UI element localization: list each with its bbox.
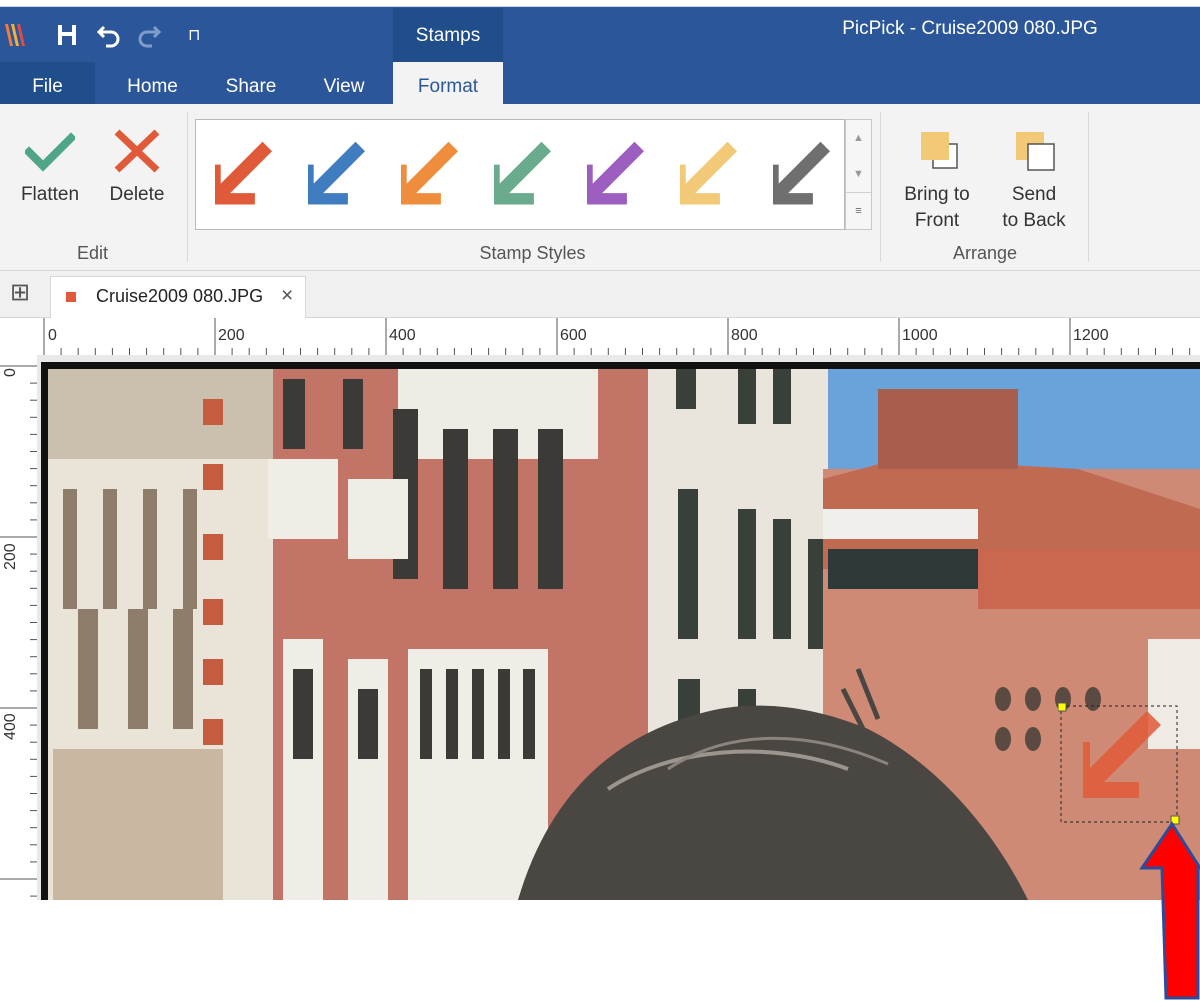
- delete-x-icon: [114, 129, 160, 173]
- stamp-style-arrow-icon[interactable]: [773, 141, 830, 205]
- tab-home[interactable]: Home: [110, 62, 195, 104]
- group-label-stamp-styles: Stamp Styles: [479, 243, 586, 263]
- annotation-red-arrow: [1139, 821, 1200, 1000]
- placed-arrow-stamp: [1083, 711, 1161, 798]
- flatten-label: Flatten: [20, 184, 80, 205]
- redo-icon[interactable]: [136, 22, 162, 48]
- annotation-arrow-shape: [1139, 821, 1200, 1000]
- gallery-scroll-down-icon[interactable]: ▼: [846, 156, 871, 192]
- hruler-label: 1000: [902, 327, 938, 344]
- ribbon-divider: [880, 112, 881, 262]
- bring-to-front-line1: Bring to: [904, 184, 970, 205]
- hruler-label: 200: [218, 327, 245, 344]
- tab-view[interactable]: View: [308, 62, 380, 104]
- group-label-arrange: Arrange: [952, 243, 1018, 263]
- venice-buildings-photo: [48, 369, 1200, 900]
- stamp-style-arrow-icon[interactable]: [494, 141, 551, 205]
- undo-icon[interactable]: [96, 22, 122, 48]
- stamp-style-arrow-icon[interactable]: [401, 141, 458, 205]
- grid-view-icon[interactable]: ⊞: [10, 281, 30, 305]
- ribbon-divider: [1088, 112, 1089, 262]
- document-color-icon: [66, 292, 76, 302]
- window-title: PicPick - Cruise2009 080.JPG: [842, 18, 1098, 39]
- placed-stamp-selection[interactable]: [1058, 702, 1180, 826]
- stamp-style-arrow-icon[interactable]: [308, 141, 365, 205]
- ribbon-divider: [187, 112, 188, 262]
- stamp-style-arrow-icon[interactable]: [680, 141, 737, 205]
- horizontal-ruler-ticks: [43, 318, 1191, 355]
- hruler-label: 1200: [1073, 327, 1109, 344]
- stamp-style-arrow-icon[interactable]: [215, 141, 272, 205]
- hruler-label: 800: [731, 327, 758, 344]
- gallery-scroll-up-icon[interactable]: ▲: [846, 120, 871, 156]
- flatten-button[interactable]: Flatten: [12, 118, 88, 236]
- send-to-back-button[interactable]: Send to Back: [992, 118, 1076, 236]
- hruler-label: 600: [560, 327, 587, 344]
- window-top-divider: [0, 6, 1200, 7]
- document-tab[interactable]: Cruise2009 080.JPG ×: [50, 276, 306, 319]
- photo-image[interactable]: [48, 369, 1200, 900]
- vertical-ruler-ticks: [0, 365, 37, 897]
- delete-label: Delete: [109, 184, 165, 205]
- vruler-label: 200: [2, 543, 19, 570]
- document-tab-label: Cruise2009 080.JPG: [96, 286, 264, 306]
- resize-handle-top-left: [1058, 702, 1067, 712]
- hruler-label: 400: [389, 327, 416, 344]
- hruler-label: 0: [48, 327, 57, 344]
- stamp-arrow-swatches[interactable]: [195, 119, 843, 228]
- stamp-style-arrow-icon[interactable]: [587, 141, 644, 205]
- delete-button[interactable]: Delete: [100, 118, 174, 236]
- app-logo-icon[interactable]: [3, 20, 31, 50]
- tab-share[interactable]: Share: [212, 62, 290, 104]
- customize-icon[interactable]: ⊓: [188, 26, 200, 46]
- vruler-label: 0: [2, 368, 19, 377]
- bring-to-front-icon: [921, 132, 958, 169]
- bring-to-front-line2: Front: [914, 210, 960, 231]
- send-to-back-icon: [1016, 132, 1055, 171]
- save-icon[interactable]: [57, 24, 77, 46]
- vruler-label: 400: [2, 713, 19, 740]
- close-tab-icon[interactable]: ×: [281, 284, 293, 308]
- context-tab-stamps: Stamps: [393, 8, 503, 62]
- group-label-edit: Edit: [76, 243, 109, 263]
- bring-to-front-button[interactable]: Bring to Front: [895, 118, 979, 236]
- gallery-scrollbar[interactable]: ▲ ▼ ≡: [845, 119, 872, 230]
- gallery-expand-icon[interactable]: ≡: [846, 192, 871, 229]
- send-to-back-line1: Send: [1011, 184, 1057, 205]
- tab-file[interactable]: File: [0, 62, 95, 104]
- checkmark-icon: [25, 132, 75, 172]
- send-to-back-line2: to Back: [1002, 210, 1066, 231]
- tab-format[interactable]: Format: [393, 62, 503, 104]
